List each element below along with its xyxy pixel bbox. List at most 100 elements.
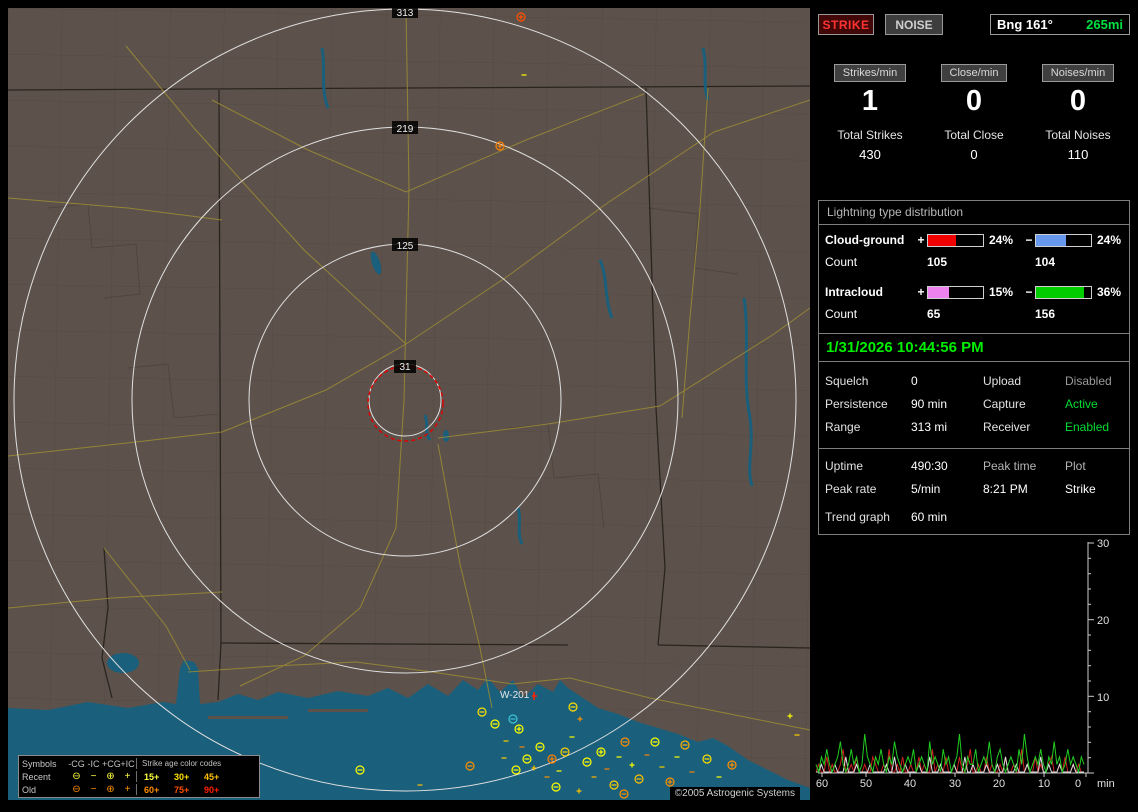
capture-status: Active (1065, 397, 1098, 411)
map-legend: Symbols -CG -IC +CG +IC Strike age color… (18, 755, 260, 798)
range-label: Range (825, 420, 861, 434)
ic-negative-bar (1035, 285, 1092, 299)
x-label-40: 40 (904, 778, 916, 790)
plot-label: Plot (1065, 459, 1086, 473)
close-per-min-header: Close/min (940, 64, 1008, 82)
y-label-10: 10 (1097, 692, 1109, 704)
cg-positive-bar (927, 233, 984, 247)
distribution-title: Lightning type distribution (819, 201, 1129, 225)
legend-recent-label: Recent (22, 771, 51, 782)
peak-time-label: Peak time (983, 459, 1037, 473)
cg-negative-count: 104 (1035, 255, 1056, 269)
map-area: 313 219 125 31 W-201 Symbols -CG -IC +CG… (8, 8, 810, 800)
plot-value: Strike (1065, 482, 1096, 496)
peak-rate-value: 5/min (911, 482, 941, 496)
legend-recent-row: Recent ⊖ − ⊕ + 15+ 30+ 45+ (22, 770, 256, 783)
age-code-45: 45+ (204, 771, 220, 782)
x-label-10: 10 (1038, 778, 1050, 790)
cg-positive-strike-icon: ⊕ (106, 783, 115, 795)
cloud-ground-label: Cloud-ground (825, 233, 905, 247)
age-code-60: 60+ (144, 784, 160, 795)
uptime-value: 490:30 (911, 459, 948, 473)
ring-label-125: 125 (397, 241, 414, 252)
persistence-value: 90 min (911, 397, 948, 411)
trend-series-lines (815, 733, 1085, 774)
cg-positive-strike-icon: ⊕ (106, 770, 115, 782)
peak-time-value: 8:21 PM (983, 482, 1028, 496)
copyright-notice: ©2005 Astrogenic Systems (669, 787, 800, 800)
strike-button[interactable]: STRIKE (818, 14, 874, 35)
datetime-display: 1/31/2026 10:44:56 PM (819, 334, 1129, 362)
total-strikes-label: Total Strikes (837, 128, 903, 142)
ring-label-31: 31 (399, 362, 411, 373)
ic-negative-strike-icon: − (90, 770, 97, 782)
total-close-value: 0 (970, 147, 978, 162)
minus-sign: − (1025, 285, 1033, 299)
trend-x-ticks (821, 773, 1087, 777)
cg-negative-strike-icon: ⊖ (72, 770, 81, 782)
uptime-grid: Uptime 490:30 Peak time Plot Peak rate 5… (819, 448, 1129, 506)
legend-col-cg-neg: -CG (68, 758, 85, 769)
squelch-label: Squelch (825, 374, 869, 388)
noise-button[interactable]: NOISE (885, 14, 943, 35)
y-label-20: 20 (1097, 615, 1109, 627)
receiver-label: Receiver (983, 420, 1031, 434)
ic-positive-percent: 15% (989, 285, 1014, 299)
plus-sign: + (917, 285, 925, 299)
ic-positive-strike-icon: + (124, 783, 131, 795)
mode-toolbar: STRIKE NOISE Bng 161° 265mi (818, 14, 1130, 35)
lightning-map[interactable]: 313 219 125 31 W-201 (8, 8, 810, 800)
legend-symbols-header: Symbols (22, 758, 57, 769)
bearing-range-value: 265mi (1086, 17, 1123, 32)
uptime-label: Uptime (825, 459, 864, 473)
noises-stat-column: Noises/min 0 Total Noises 110 (1026, 64, 1130, 162)
noises-per-min-header: Noises/min (1041, 64, 1115, 82)
trend-graph-label: Trend graph (825, 510, 890, 524)
x-label-50: 50 (860, 778, 872, 790)
squelch-value: 0 (911, 374, 918, 388)
receiver-status: Enabled (1065, 420, 1110, 434)
x-label-60: 60 (816, 778, 828, 790)
total-close-label: Total Close (944, 128, 1004, 142)
count-label: Count (825, 255, 858, 269)
intracloud-row: Intracloud + 15% − 36% (825, 285, 1123, 299)
strikes-stat-column: Strikes/min 1 Total Strikes 430 (818, 64, 922, 162)
total-noises-label: Total Noises (1045, 128, 1111, 142)
minus-sign: − (1025, 233, 1033, 247)
trend-axes (818, 542, 1089, 774)
plus-sign: + (917, 233, 925, 247)
settings-grid: Squelch 0 Upload Disabled Persistence 90… (819, 362, 1129, 448)
trend-graph: 60 50 40 30 20 10 0 min 30 20 10 (815, 538, 1115, 790)
ic-negative-strike-icon: − (90, 783, 97, 795)
peak-rate-label: Peak rate (825, 482, 877, 496)
ring-label-219: 219 (397, 124, 414, 135)
close-stat-column: Close/min 0 Total Close 0 (922, 64, 1026, 162)
intracloud-label: Intracloud (825, 285, 884, 299)
lightning-distribution-box: Lightning type distribution Cloud-ground… (818, 200, 1130, 334)
strikes-per-min-header: Strikes/min (833, 64, 907, 82)
total-strikes-value: 430 (859, 147, 881, 162)
y-label-30: 30 (1097, 538, 1109, 550)
close-per-min-value: 0 (965, 85, 983, 117)
storm-cell-id: W-201 (500, 690, 530, 701)
bearing-display: Bng 161° 265mi (990, 14, 1130, 35)
ic-positive-count: 65 (927, 307, 941, 321)
cloud-ground-row: Cloud-ground + 24% − 24% (825, 233, 1123, 247)
trend-graph-row: Trend graph 60 min (819, 506, 1129, 534)
ring-label-313: 313 (397, 8, 414, 19)
legend-header-row: Symbols -CG -IC +CG +IC Strike age color… (22, 757, 256, 770)
ic-negative-count: 156 (1035, 307, 1056, 321)
noises-per-min-value: 0 (1069, 85, 1087, 117)
x-unit-label: min (1097, 778, 1115, 790)
ic-negative-percent: 36% (1097, 285, 1122, 299)
bearing-value: Bng 161° (997, 17, 1053, 32)
legend-age-header: Strike age color codes (142, 759, 222, 768)
age-code-75: 75+ (174, 784, 190, 795)
cg-negative-strike-icon: ⊖ (72, 783, 81, 795)
trend-graph-value: 60 min (911, 510, 948, 524)
age-code-30: 30+ (174, 771, 190, 782)
total-noises-value: 110 (1067, 147, 1089, 162)
intracloud-count-row: Count 65 156 (825, 307, 1123, 321)
age-code-15: 15+ (144, 771, 160, 782)
age-code-90: 90+ (204, 784, 220, 795)
